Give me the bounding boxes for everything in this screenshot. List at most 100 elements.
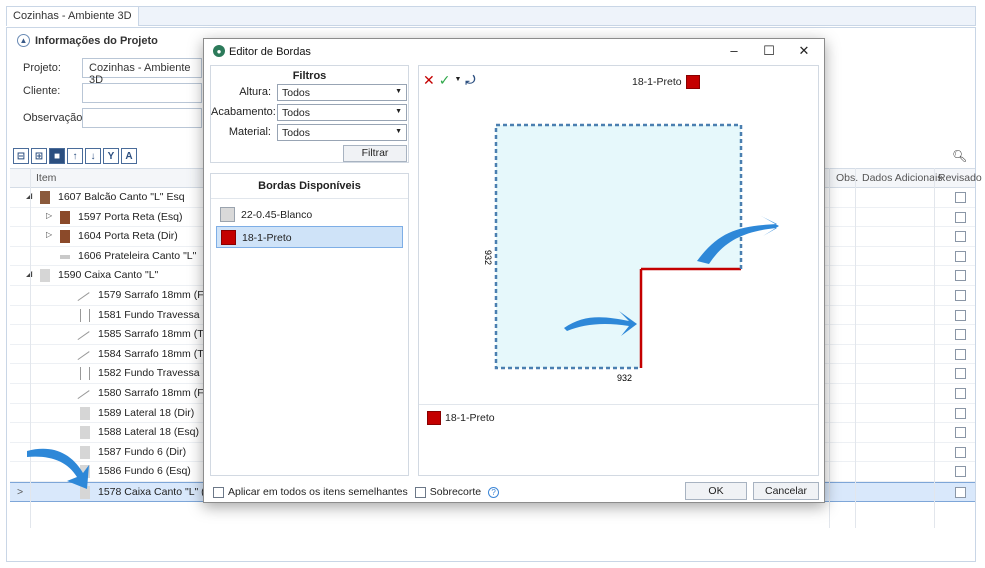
cancel-button[interactable]: Cancelar bbox=[753, 482, 819, 500]
altura-label: Altura: bbox=[239, 86, 271, 98]
observacao-label: Observação: bbox=[23, 112, 86, 124]
row-label: 1579 Sarrafo 18mm (Fror bbox=[98, 289, 217, 301]
pointer-arrow bbox=[27, 448, 89, 489]
item-icon bbox=[60, 254, 70, 259]
expand-icon[interactable]: ▷ bbox=[46, 211, 52, 220]
sort-icon[interactable]: A bbox=[121, 148, 137, 164]
filters-box: Filtros Altura: Todos ▼ Acabamento: Todos… bbox=[210, 65, 409, 163]
collapse-icon[interactable]: ▲ bbox=[17, 34, 30, 47]
row-label: 1606 Prateleira Canto "L" bbox=[78, 249, 197, 262]
col-dados[interactable]: Dados Adicionais bbox=[862, 172, 943, 184]
color-swatch bbox=[221, 230, 236, 245]
search-icon[interactable]: 🔍︎ bbox=[952, 149, 967, 163]
filtrar-button[interactable]: Filtrar bbox=[343, 145, 407, 162]
preview-box: ✕ ✓ ▼ ⤾ 18-1-Preto 932 932 18-1-Preto bbox=[418, 65, 819, 476]
editor-bordas-dialog: ● Editor de Bordas – ☐ ✕ Filtros Altura:… bbox=[203, 38, 825, 503]
row-label: 1586 Fundo 6 (Esq) bbox=[98, 465, 191, 478]
close-button[interactable]: ✕ bbox=[791, 41, 817, 61]
footer-options: Aplicar em todos os itens semelhantes So… bbox=[213, 486, 500, 498]
collapse-all-icon[interactable]: ⊟ bbox=[13, 148, 29, 164]
tab-cozinhas[interactable]: Cozinhas - Ambiente 3D bbox=[7, 7, 139, 26]
dim-bottom: 932 bbox=[617, 373, 632, 383]
chevron-down-icon: ▼ bbox=[395, 108, 402, 115]
revisado-checkbox[interactable] bbox=[955, 211, 966, 223]
revisado-checkbox[interactable] bbox=[955, 192, 966, 203]
cliente-field[interactable] bbox=[82, 83, 202, 103]
row-label: 1589 Lateral 18 (Dir) bbox=[98, 406, 195, 419]
item-icon bbox=[80, 308, 90, 322]
acabamento-label: Acabamento: bbox=[211, 106, 276, 118]
revisado-checkbox[interactable] bbox=[955, 466, 966, 478]
revisado-checkbox[interactable] bbox=[955, 250, 966, 262]
apply-all-checkbox[interactable] bbox=[213, 486, 224, 498]
sobrecorte-checkbox[interactable] bbox=[414, 486, 426, 498]
revisado-checkbox[interactable] bbox=[955, 407, 966, 419]
revisado-checkbox[interactable] bbox=[955, 329, 966, 341]
expand-all-icon[interactable]: ⊞ bbox=[31, 148, 47, 164]
revisado-checkbox[interactable] bbox=[955, 368, 966, 380]
select-icon[interactable]: ■ bbox=[49, 148, 65, 164]
info-title: Informações do Projeto bbox=[35, 34, 158, 47]
row-label: 1590 Caixa Canto "L" bbox=[58, 269, 159, 282]
apply-all-label: Aplicar em todos os itens semelhantes bbox=[228, 486, 408, 498]
revisado-checkbox[interactable] bbox=[955, 388, 966, 399]
row-label: 1588 Lateral 18 (Esq) bbox=[98, 426, 199, 439]
maximize-button[interactable]: ☐ bbox=[756, 41, 782, 61]
revisado-checkbox[interactable] bbox=[955, 427, 966, 439]
borda-item-preto[interactable]: 18-1-Preto bbox=[216, 226, 403, 248]
material-label: Material: bbox=[228, 126, 271, 138]
dim-left: 932 bbox=[483, 250, 493, 265]
help-icon[interactable]: ? bbox=[488, 486, 500, 498]
item-icon bbox=[80, 367, 90, 381]
col-revisado[interactable]: Revisado bbox=[938, 172, 982, 184]
row-label: 1584 Sarrafo 18mm (Tras bbox=[98, 347, 218, 360]
move-down-icon[interactable]: ↓ bbox=[85, 148, 101, 164]
col-item[interactable]: Item bbox=[36, 172, 56, 184]
minimize-button[interactable]: – bbox=[721, 41, 747, 61]
expand-icon[interactable]: ▷ bbox=[46, 230, 52, 239]
filter-icon[interactable]: Y bbox=[103, 148, 119, 164]
legend-label: 18-1-Preto bbox=[445, 412, 495, 424]
legend-row: 18-1-Preto bbox=[427, 411, 495, 425]
move-up-icon[interactable]: ↑ bbox=[67, 148, 83, 164]
borda-label: 22-0.45-Blanco bbox=[241, 209, 313, 221]
revisado-checkbox[interactable] bbox=[955, 290, 966, 301]
item-icon bbox=[40, 191, 50, 204]
borda-item-blanco[interactable]: 22-0.45-Blanco bbox=[216, 204, 403, 226]
ok-button[interactable]: OK bbox=[685, 482, 747, 500]
row-label: 1587 Fundo 6 (Dir) bbox=[98, 445, 187, 458]
revisado-checkbox[interactable] bbox=[955, 487, 966, 498]
acabamento-select[interactable]: Todos ▼ bbox=[277, 104, 407, 121]
bordas-box: Bordas Disponíveis 22-0.45-Blanco 18-1-P… bbox=[210, 173, 409, 476]
projeto-field[interactable]: Cozinhas - Ambiente 3D bbox=[82, 58, 202, 86]
item-icon bbox=[40, 269, 50, 283]
info-section-header[interactable]: ▲ Informações do Projeto bbox=[17, 34, 158, 47]
item-icon bbox=[80, 426, 90, 440]
altura-value: Todos bbox=[282, 87, 311, 99]
projeto-label: Projeto: bbox=[23, 62, 61, 74]
revisado-checkbox[interactable] bbox=[955, 270, 966, 282]
app-logo-icon: ● bbox=[213, 45, 225, 57]
item-icon bbox=[60, 230, 70, 244]
chevron-down-icon: ▼ bbox=[395, 88, 402, 95]
acabamento-value: Todos bbox=[282, 107, 311, 119]
row-label: 1604 Porta Reta (Dir) bbox=[78, 230, 178, 243]
material-select[interactable]: Todos ▼ bbox=[277, 124, 407, 141]
filters-title: Filtros bbox=[292, 70, 327, 82]
document-tab-bar: Cozinhas - Ambiente 3D bbox=[6, 6, 976, 26]
row-label: 1578 Caixa Canto "L" (Ba bbox=[98, 486, 218, 498]
item-icon bbox=[60, 210, 70, 224]
revisado-checkbox[interactable] bbox=[955, 446, 966, 458]
row-label: 1607 Balcão Canto "L" Esq bbox=[58, 191, 185, 203]
row-marker: > bbox=[17, 486, 24, 498]
revisado-checkbox[interactable] bbox=[955, 309, 966, 321]
row-label: 1585 Sarrafo 18mm (Tras bbox=[98, 328, 218, 341]
dialog-title: Editor de Bordas bbox=[229, 46, 311, 58]
revisado-checkbox[interactable] bbox=[955, 348, 966, 360]
borda-label: 18-1-Preto bbox=[242, 232, 292, 244]
altura-select[interactable]: Todos ▼ bbox=[277, 84, 407, 101]
revisado-checkbox[interactable] bbox=[955, 231, 966, 243]
color-swatch bbox=[427, 411, 441, 425]
observacao-field[interactable] bbox=[82, 108, 202, 128]
cliente-label: Cliente: bbox=[23, 85, 61, 97]
